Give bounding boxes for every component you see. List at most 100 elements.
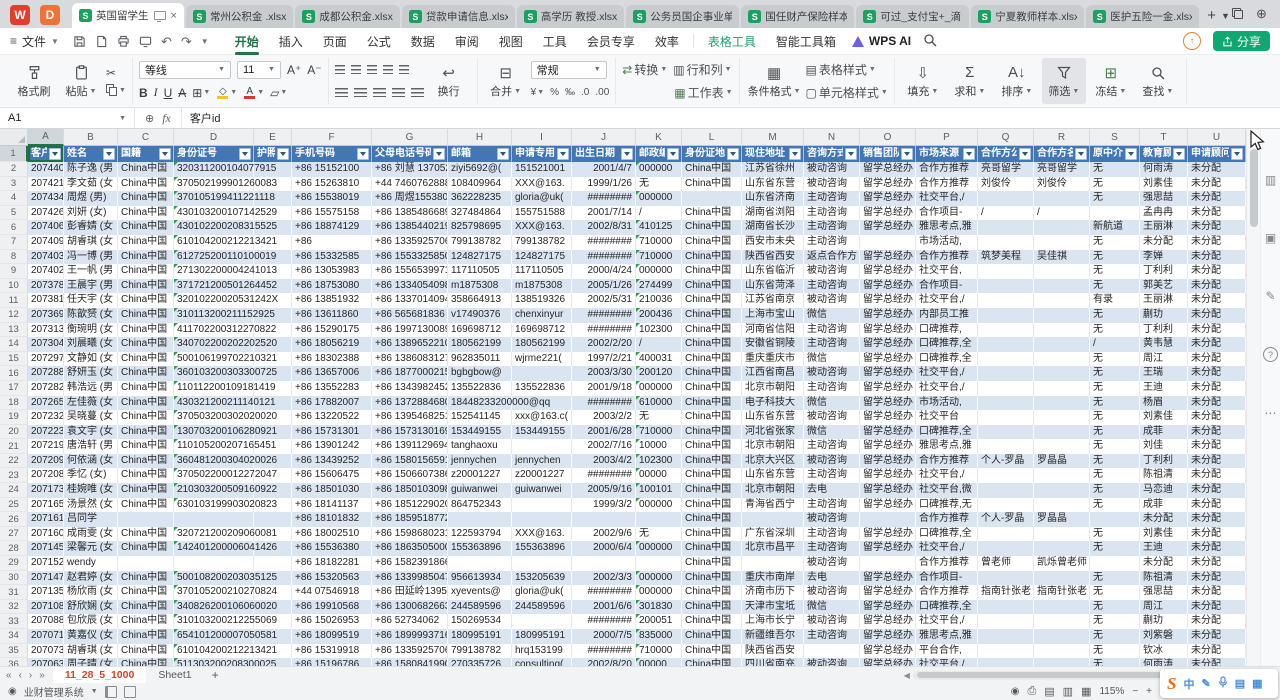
grid-cell[interactable]: 郭美艺 bbox=[1140, 279, 1188, 294]
grid-cell[interactable]: 合作方推荐 bbox=[916, 454, 978, 469]
column-header[interactable]: N bbox=[804, 129, 860, 146]
grid-cell[interactable]: 被动咨询 bbox=[804, 177, 860, 192]
grid-cell[interactable]: guiwanwei bbox=[512, 483, 572, 498]
grid-cell[interactable]: 未分配 bbox=[1188, 250, 1246, 265]
grid-cell[interactable]: +86 13439252 bbox=[292, 454, 372, 469]
percent-icon[interactable]: % bbox=[550, 87, 559, 98]
grid-cell[interactable]: 留学总经办 bbox=[860, 162, 916, 177]
grid-cell[interactable]: China中国 bbox=[682, 600, 742, 615]
grid-cell[interactable]: 微信 bbox=[804, 425, 860, 440]
zoom-level[interactable]: 115% bbox=[1099, 686, 1124, 697]
grid-cell[interactable]: 207265 bbox=[28, 396, 64, 411]
grid-cell[interactable]: +86 15332585 bbox=[292, 250, 372, 265]
grid-cell[interactable]: 200436 bbox=[636, 308, 682, 323]
grid-cell[interactable]: China中国 bbox=[682, 410, 742, 425]
eye-protection-icon[interactable]: ◉ bbox=[1011, 686, 1020, 697]
grid-cell[interactable]: 留学总经办 bbox=[860, 439, 916, 454]
grid-cell[interactable]: China中国 bbox=[682, 468, 742, 483]
grid-cell[interactable]: China中国 bbox=[682, 527, 742, 542]
strikethrough-button[interactable]: A bbox=[178, 86, 186, 100]
grid-cell[interactable]: 汤景然 (女 bbox=[64, 498, 118, 513]
grid-cell[interactable]: 山东省临沂 bbox=[742, 264, 804, 279]
grid-cell[interactable]: 370105200210270824 bbox=[174, 585, 254, 600]
grid-cell[interactable]: 济南市历下 bbox=[742, 585, 804, 600]
grid-cell[interactable]: 主动咨询 bbox=[804, 323, 860, 338]
grid-cell[interactable]: 留学总经办 bbox=[860, 250, 916, 265]
grid-cell[interactable]: 000000 bbox=[636, 498, 682, 513]
panel-icon[interactable] bbox=[105, 686, 117, 698]
grid-cell[interactable]: XXX@163. bbox=[512, 177, 572, 192]
grid-cell[interactable]: 安徽省铜陵 bbox=[742, 337, 804, 352]
font-family-select[interactable]: 等线▼ bbox=[139, 61, 231, 79]
grid-cell[interactable]: 留学总经办 bbox=[860, 498, 916, 513]
rows-cols-button[interactable]: ▥行和列▼ bbox=[673, 61, 731, 78]
grid-cell[interactable]: 未分配 bbox=[1188, 206, 1246, 221]
grid-cell[interactable]: 北京市朝阳 bbox=[742, 483, 804, 498]
grid-cell[interactable]: 季忆 (女) bbox=[64, 468, 118, 483]
grid-cell[interactable] bbox=[978, 425, 1034, 440]
grid-cell[interactable]: +86 13860831276 bbox=[372, 352, 448, 367]
grid-cell[interactable]: +86 13340540988 bbox=[372, 279, 448, 294]
grid-cell[interactable]: China中国 bbox=[682, 541, 742, 556]
grid-cell[interactable] bbox=[860, 235, 916, 250]
grid-cell[interactable]: 湖南省长沙 bbox=[742, 220, 804, 235]
grid-cell[interactable] bbox=[978, 264, 1034, 279]
grid-cell[interactable]: jennychen bbox=[512, 454, 572, 469]
grid-cell[interactable]: 刘素佳 bbox=[1140, 410, 1188, 425]
grid-cell[interactable]: 身份证地 bbox=[682, 146, 742, 162]
grid-cell[interactable] bbox=[512, 498, 572, 513]
document-tab[interactable]: S宁夏教师样本.xlsx bbox=[971, 5, 1084, 28]
grid-cell[interactable]: 169698712 bbox=[512, 323, 572, 338]
format-painter-button[interactable]: 格式刷 bbox=[12, 58, 56, 104]
grid-cell[interactable]: 110105200207165451 bbox=[174, 439, 254, 454]
grid-cell[interactable]: 2002/8/20 bbox=[572, 658, 636, 666]
print-layout-icon[interactable]: ⎙ bbox=[1027, 685, 1036, 698]
grid-cell[interactable]: China中国 bbox=[682, 279, 742, 294]
column-header[interactable]: U bbox=[1188, 129, 1246, 146]
grid-cell[interactable] bbox=[1034, 483, 1090, 498]
grid-cell[interactable]: 冯一博 (男 bbox=[64, 250, 118, 265]
grid-cell[interactable]: +86 1335925706 bbox=[372, 644, 448, 659]
grid-cell[interactable] bbox=[1034, 191, 1090, 206]
grid-cell[interactable]: 河北省张家 bbox=[742, 425, 804, 440]
grid-cell[interactable]: 151521001 bbox=[512, 162, 572, 177]
upload-cloud-icon[interactable]: ↑ bbox=[1183, 32, 1201, 50]
grid-cell[interactable]: ######## bbox=[572, 308, 636, 323]
grid-cell[interactable]: 207304 bbox=[28, 337, 64, 352]
grid-cell[interactable]: +44 07546918 bbox=[292, 585, 372, 600]
grid-cell[interactable]: 丁利利 bbox=[1140, 323, 1188, 338]
grid-cell[interactable]: 留学总经办 bbox=[860, 366, 916, 381]
grid-cell[interactable]: 100101 bbox=[636, 483, 682, 498]
grid-cell[interactable]: ######## bbox=[572, 468, 636, 483]
grid-cell[interactable]: 864752343 bbox=[448, 498, 512, 513]
grid-cell[interactable]: 被动咨询 bbox=[804, 614, 860, 629]
grid-cell[interactable]: 142401200006041426 bbox=[174, 541, 254, 556]
system-status-label[interactable]: 业财管理系统 bbox=[24, 684, 84, 699]
grid-cell[interactable]: z20001227 bbox=[448, 468, 512, 483]
grid-cell[interactable] bbox=[512, 512, 572, 527]
grid-cell[interactable] bbox=[174, 512, 254, 527]
increase-indent-icon[interactable] bbox=[399, 65, 409, 74]
grid-cell[interactable]: 手机号码 bbox=[292, 146, 372, 162]
grid-cell[interactable] bbox=[978, 220, 1034, 235]
grid-cell[interactable]: 500108200203035125 bbox=[174, 571, 254, 586]
grid-cell[interactable]: China中国 bbox=[118, 614, 174, 629]
grid-cell[interactable]: +86 13854402198 bbox=[372, 220, 448, 235]
grid-cell[interactable]: 新航道 bbox=[1090, 220, 1140, 235]
grid-cell[interactable]: China中国 bbox=[118, 571, 174, 586]
grid-cell[interactable]: ######## bbox=[572, 235, 636, 250]
grid-cell[interactable]: 000000 bbox=[636, 162, 682, 177]
fill-color-button[interactable]: ◇▼ bbox=[216, 86, 237, 99]
grid-cell[interactable]: 王丽淋 bbox=[1140, 293, 1188, 308]
select-all-corner[interactable] bbox=[0, 129, 28, 146]
grid-cell[interactable]: 陈子逸 (男 bbox=[64, 162, 118, 177]
grid-cell[interactable]: +86 1300682663 bbox=[372, 600, 448, 615]
grid-cell[interactable] bbox=[1034, 308, 1090, 323]
grid-cell[interactable] bbox=[1034, 323, 1090, 338]
grid-cell[interactable]: 200120 bbox=[636, 366, 682, 381]
filter-dropdown-icon[interactable] bbox=[1231, 148, 1243, 160]
grid-cell[interactable]: 陈祖清 bbox=[1140, 571, 1188, 586]
grid-cell[interactable]: 无 bbox=[1090, 410, 1140, 425]
add-sheet-button[interactable]: + bbox=[212, 668, 219, 682]
grid-cell[interactable]: 留学总经办 bbox=[860, 308, 916, 323]
